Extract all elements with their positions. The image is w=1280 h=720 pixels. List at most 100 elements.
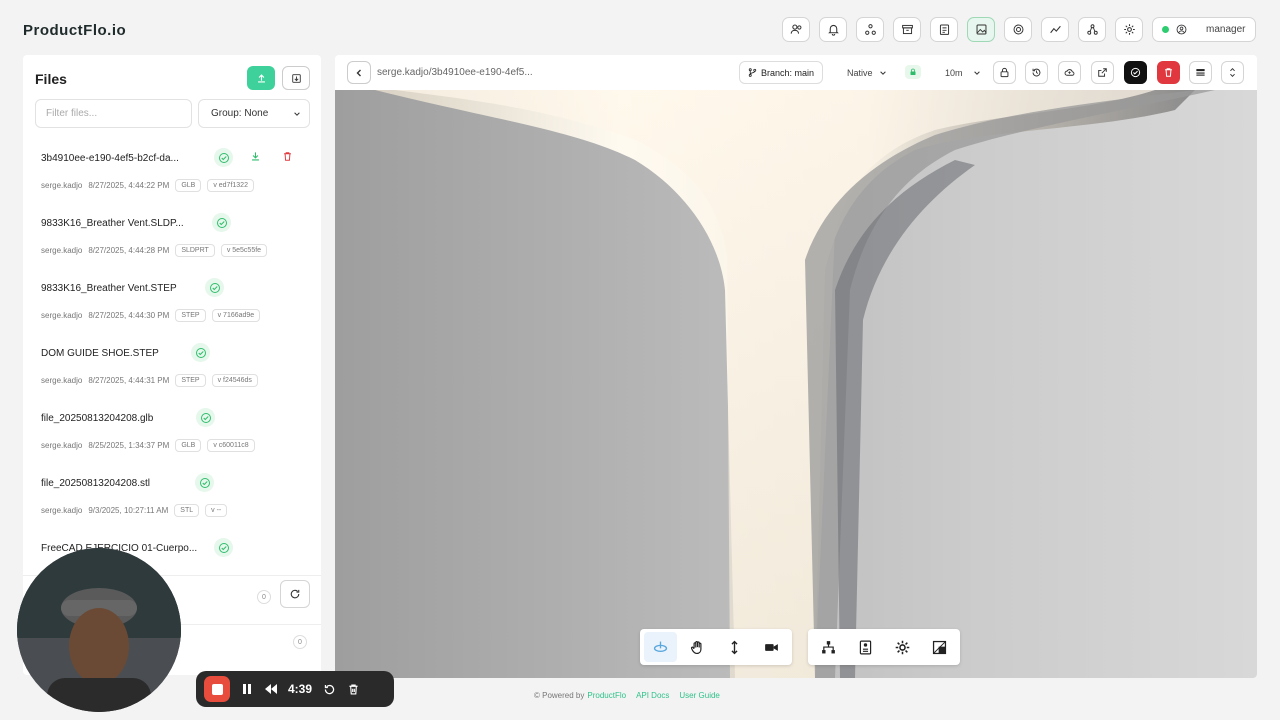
restart-icon[interactable] [322,682,336,696]
branch-label: Branch: main [761,67,815,78]
file-date: 8/27/2025, 4:44:22 PM [88,181,170,190]
fullscreen-icon[interactable] [923,632,956,662]
expand-button[interactable] [1221,61,1244,84]
file-item[interactable]: 9833K16_Breather Vent.STEP serge.kadjo 8… [23,275,321,340]
check-circle-icon [196,408,215,427]
rewind-icon[interactable] [264,682,278,696]
3d-model-canvas[interactable] [335,90,1257,678]
refresh-icon [290,589,300,599]
target-icon[interactable] [1004,17,1032,42]
file-user: serge.kadjo [41,376,83,385]
file-type-badge: STEP [175,309,206,322]
view-tools [808,629,960,665]
orbit-icon[interactable] [644,632,677,662]
layers-button[interactable] [1189,61,1212,84]
file-user: serge.kadjo [41,441,83,450]
branch-button[interactable]: Branch: main [739,61,824,84]
file-name: file_20250813204208.stl [41,478,150,489]
open-external-button[interactable] [1091,61,1114,84]
user-guide-link[interactable]: User Guide [679,691,719,700]
file-item[interactable]: 9833K16_Breather Vent.SLDP... serge.kadj… [23,210,321,275]
filter-files-input[interactable] [35,99,192,128]
file-path: serge.kadjo/3b4910ee-e190-4ef5... [377,67,533,78]
pause-icon[interactable] [240,682,254,696]
stop-recording-button[interactable] [204,676,230,702]
hand-pan-icon[interactable] [681,632,714,662]
settings-gear-icon[interactable] [886,632,919,662]
layers-icon [1196,69,1205,76]
cloud-upload-button[interactable] [1058,61,1081,84]
cloud-upload-icon [1064,69,1075,76]
discard-trash-icon[interactable] [346,682,360,696]
share-icon[interactable] [1078,17,1106,42]
back-button[interactable] [347,61,371,84]
bell-icon[interactable] [819,17,847,42]
top-toolbar: manager [782,17,1256,42]
properties-icon[interactable] [849,632,882,662]
lock-status-icon[interactable] [905,65,921,79]
structure-tree-icon[interactable] [812,632,845,662]
recording-time: 4:39 [288,682,313,696]
file-name: 3b4910ee-e190-4ef5-b2cf-da... [41,153,179,164]
image-icon[interactable] [967,17,995,42]
gear-icon[interactable] [1115,17,1143,42]
history-icon [1032,68,1041,77]
trash-icon [1165,68,1172,77]
render-mode-select[interactable]: Native [837,61,893,84]
file-date: 8/27/2025, 4:44:28 PM [88,246,170,255]
chart-icon[interactable] [1041,17,1069,42]
api-docs-link[interactable]: API Docs [636,691,669,700]
footer-brand-link[interactable]: ProductFlo [587,691,626,700]
recording-controls: 4:39 [196,671,394,707]
camera-icon[interactable] [755,632,788,662]
file-list: 3b4910ee-e190-4ef5-b2cf-da... serge.kadj… [23,145,321,600]
file-date: 8/27/2025, 4:44:30 PM [88,311,170,320]
file-user: serge.kadjo [41,506,83,515]
file-name: 9833K16_Breather Vent.SLDP... [41,218,184,229]
nodes-icon[interactable] [856,17,884,42]
lock-icon [1000,67,1009,78]
webcam-overlay [17,548,181,712]
brand-logo[interactable]: ProductFlo.io [23,22,126,39]
check-circle-icon [205,278,224,297]
upload-button[interactable] [247,66,275,90]
trash-icon[interactable] [282,149,293,167]
user-circle-icon [1176,24,1187,35]
file-version-badge: v 5e5c55fe [220,244,268,257]
history-button[interactable] [1025,61,1048,84]
users-icon[interactable] [782,17,810,42]
lock-button[interactable] [993,61,1016,84]
download-icon[interactable] [250,149,261,167]
archive-icon[interactable] [893,17,921,42]
interval-value: 10m [945,67,963,78]
file-item[interactable]: 3b4910ee-e190-4ef5-b2cf-da... serge.kadj… [23,145,321,210]
zoom-vertical-icon[interactable] [718,632,751,662]
file-type-badge: GLB [175,179,202,192]
check-circle-icon [191,343,210,362]
file-version-badge: v ed7f1322 [207,179,254,192]
count-badge: 0 [293,635,307,649]
refresh-button[interactable] [280,580,310,608]
user-role-label: manager [1206,24,1246,35]
delete-button[interactable] [1157,61,1180,84]
group-select[interactable]: Group: None [198,99,310,128]
file-meta: serge.kadjo 8/27/2025, 4:44:22 PM GLB v … [41,179,254,192]
file-version-badge: v c60011c8 [207,439,255,452]
file-meta: serge.kadjo 9/3/2025, 10:27:11 AM STL v … [41,504,228,517]
file-item[interactable]: file_20250813204208.stl serge.kadjo 9/3/… [23,470,321,535]
group-select-value: Group: None [211,108,269,119]
file-user: serge.kadjo [41,246,83,255]
file-name: 9833K16_Breather Vent.STEP [41,283,177,294]
check-circle-icon [1130,67,1141,78]
clipboard-icon[interactable] [930,17,958,42]
export-button[interactable] [282,66,310,90]
files-title: Files [35,71,67,87]
file-meta: serge.kadjo 8/27/2025, 4:44:30 PM STEP v… [41,309,261,322]
approve-button[interactable] [1124,61,1147,84]
interval-select[interactable]: 10m [935,61,985,84]
file-date: 9/3/2025, 10:27:11 AM [88,506,169,515]
file-item[interactable]: file_20250813204208.glb serge.kadjo 8/25… [23,405,321,470]
user-menu-button[interactable]: manager [1152,17,1256,42]
file-item[interactable]: DOM GUIDE SHOE.STEP serge.kadjo 8/27/202… [23,340,321,405]
chevron-down-icon [974,70,980,75]
